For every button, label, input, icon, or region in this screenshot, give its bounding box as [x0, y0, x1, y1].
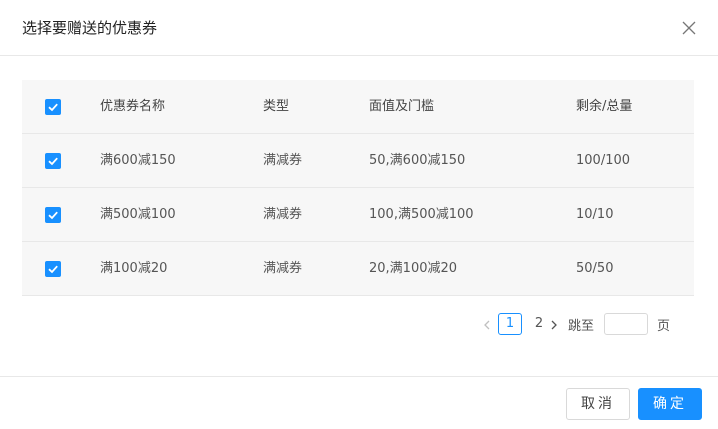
coupon-stock: 50/50: [576, 261, 614, 276]
page-unit-label: 页: [657, 319, 671, 334]
check-icon: [48, 157, 58, 166]
coupon-name: 满600减150: [100, 153, 176, 168]
coupon-value: 100,满500减100: [369, 207, 474, 222]
select-all-checkbox[interactable]: [45, 99, 61, 115]
modal-header: 选择要赠送的优惠券: [0, 0, 718, 56]
row-checkbox[interactable]: [45, 261, 61, 277]
modal-title: 选择要赠送的优惠券: [22, 19, 158, 37]
close-button[interactable]: [680, 19, 698, 37]
header-type: 类型: [263, 99, 290, 114]
coupon-stock: 100/100: [576, 153, 631, 168]
cancel-button[interactable]: 取消: [566, 388, 630, 420]
table-row[interactable]: 满600减150 满减券 50,满600减150 100/100: [22, 134, 694, 188]
coupon-table: 优惠券名称 类型 面值及门槛 剩余/总量 满600减150 满减券 50,满60…: [22, 80, 694, 296]
header-stock: 剩余/总量: [576, 99, 633, 114]
coupon-name: 满500减100: [100, 207, 176, 222]
coupon-stock: 10/10: [576, 207, 614, 222]
next-page-button[interactable]: [547, 313, 561, 337]
table-row[interactable]: 满500减100 满减券 100,满500减100 10/10: [22, 188, 694, 242]
table-row[interactable]: 满100减20 满减券 20,满100减20 50/50: [22, 242, 694, 296]
check-icon: [48, 103, 58, 112]
row-checkbox[interactable]: [45, 207, 61, 223]
coupon-type: 满减券: [263, 207, 303, 222]
jump-to-label: 跳至: [568, 319, 595, 334]
header-name: 优惠券名称: [100, 99, 166, 114]
page-1-button[interactable]: 1: [498, 313, 522, 335]
prev-page-button[interactable]: [480, 313, 494, 337]
coupon-select-modal: 选择要赠送的优惠券 优惠券名称 类型 面值及门槛 剩余/总量 满600减150 …: [0, 0, 718, 429]
table-header-row: 优惠券名称 类型 面值及门槛 剩余/总量: [22, 80, 694, 134]
check-icon: [48, 211, 58, 220]
coupon-type: 满减券: [263, 261, 303, 276]
coupon-name: 满100减20: [100, 261, 168, 276]
coupon-type: 满减券: [263, 153, 303, 168]
close-icon: [682, 21, 696, 35]
chevron-left-icon: [484, 320, 490, 330]
header-value: 面值及门槛: [369, 99, 435, 114]
check-icon: [48, 265, 58, 274]
coupon-value: 20,满100减20: [369, 261, 458, 276]
chevron-right-icon: [551, 320, 557, 330]
row-checkbox[interactable]: [45, 153, 61, 169]
coupon-value: 50,满600减150: [369, 153, 466, 168]
jump-page-input[interactable]: [604, 313, 648, 335]
modal-footer: 取消 确定: [0, 376, 718, 429]
confirm-button[interactable]: 确定: [638, 388, 702, 420]
